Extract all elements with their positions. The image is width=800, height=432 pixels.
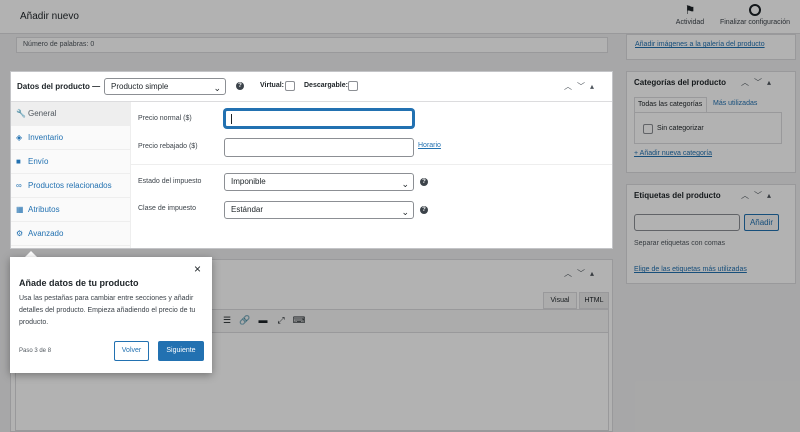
product-data-controls[interactable]: ︿﹀▴ <box>564 81 599 92</box>
chevron-down-icon: ⌄ <box>213 83 221 93</box>
product-type-value: Producto simple <box>111 82 169 91</box>
tab-attributes-label: Atributos <box>28 205 60 214</box>
sale-price-input[interactable] <box>224 138 414 157</box>
tax-status-select[interactable]: Imponible ⌄ <box>224 173 414 191</box>
chevron-down-icon: ⌄ <box>401 207 409 217</box>
product-data-header: Datos del producto — Producto simple ⌄ ?… <box>11 72 612 102</box>
downloadable-label: Descargable: <box>304 82 348 89</box>
tab-general[interactable]: 🔧 General <box>11 102 130 126</box>
product-data-tabs: 🔧 General ◈ Inventario ■ Envío ∞ Product… <box>11 102 131 248</box>
tab-linked-products-label: Productos relacionados <box>28 181 112 190</box>
tab-linked-products[interactable]: ∞ Productos relacionados <box>11 174 130 198</box>
tab-shipping-label: Envío <box>28 157 49 166</box>
tax-class-label: Clase de impuesto <box>138 205 196 212</box>
tour-next-button[interactable]: Siguiente <box>158 341 204 361</box>
downloadable-checkbox[interactable] <box>348 81 358 91</box>
table-icon: ▦ <box>16 205 24 214</box>
tax-class-value: Estándar <box>231 205 264 214</box>
chevron-down-icon: ⌄ <box>401 179 409 189</box>
tour-back-button[interactable]: Volver <box>114 341 149 361</box>
tab-attributes[interactable]: ▦ Atributos <box>11 198 130 222</box>
fields-divider <box>131 164 612 165</box>
tax-status-help-icon[interactable]: ? <box>420 178 428 186</box>
product-data-panel: Datos del producto — Producto simple ⌄ ?… <box>10 71 613 249</box>
schedule-link[interactable]: Horario <box>418 142 441 149</box>
virtual-label: Virtual: <box>260 82 284 89</box>
tab-inventory[interactable]: ◈ Inventario <box>11 126 130 150</box>
product-data-title: Datos del producto — <box>17 82 101 91</box>
sale-price-label: Precio rebajado ($) <box>138 143 198 150</box>
tag-icon: ◈ <box>16 133 23 142</box>
tax-class-select[interactable]: Estándar ⌄ <box>224 201 414 219</box>
tab-shipping[interactable]: ■ Envío <box>11 150 130 174</box>
regular-price-label: Precio normal ($) <box>138 115 192 122</box>
tour-title: Añade datos de tu producto <box>19 278 139 288</box>
tax-class-help-icon[interactable]: ? <box>420 206 428 214</box>
tour-step-indicator: Paso 3 de 8 <box>19 348 52 354</box>
text-cursor <box>231 114 232 124</box>
close-icon[interactable]: × <box>194 263 201 275</box>
virtual-checkbox[interactable] <box>285 81 295 91</box>
tax-status-value: Imponible <box>231 177 266 186</box>
tab-advanced-label: Avanzado <box>28 229 64 238</box>
gear-icon: ⚙ <box>16 229 24 238</box>
wrench-icon: 🔧 <box>16 109 26 118</box>
tour-body: Usa las pestañas para cambiar entre secc… <box>19 295 196 326</box>
regular-price-input[interactable] <box>224 109 414 128</box>
help-icon[interactable]: ? <box>236 82 244 90</box>
tab-inventory-label: Inventario <box>28 133 64 142</box>
tax-status-label: Estado del impuesto <box>138 178 202 185</box>
tab-advanced[interactable]: ⚙ Avanzado <box>11 222 130 246</box>
link-icon: ∞ <box>16 181 22 190</box>
tour-popover: × Añade datos de tu producto Usa las pes… <box>10 257 212 373</box>
product-type-select[interactable]: Producto simple ⌄ <box>104 78 226 95</box>
tab-general-label: General <box>28 109 57 118</box>
truck-icon: ■ <box>16 157 21 166</box>
